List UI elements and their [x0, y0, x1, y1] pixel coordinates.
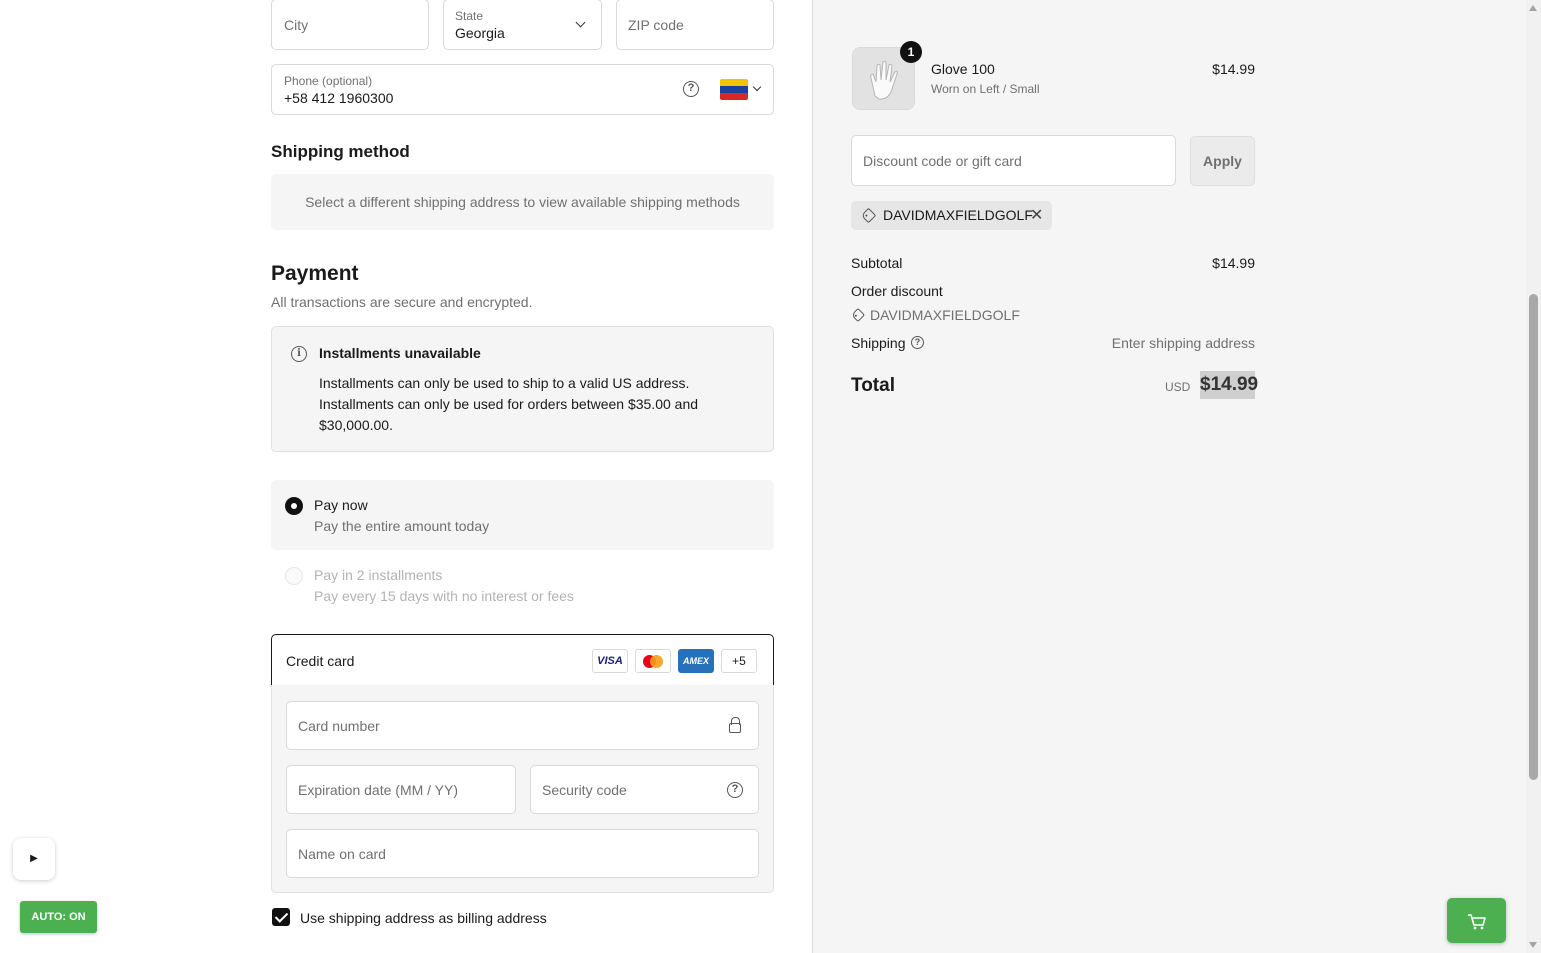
apply-button[interactable]: Apply	[1190, 136, 1255, 186]
payment-subtitle: All transactions are secure and encrypte…	[271, 294, 533, 310]
pay-installments-title: Pay in 2 installments	[314, 567, 443, 583]
pay-installments-radio	[285, 567, 303, 585]
installments-notice: i Installments unavailable Installments …	[271, 326, 774, 452]
scroll-down-icon[interactable]	[1529, 942, 1537, 948]
pay-now-option[interactable]: Pay now Pay the entire amount today	[271, 480, 774, 550]
shipping-label: Shipping	[851, 335, 906, 351]
scroll-thumb[interactable]	[1529, 294, 1538, 780]
notice-title: Installments unavailable	[319, 345, 481, 361]
state-select[interactable]: State Georgia	[443, 0, 602, 50]
item-name: Glove 100	[931, 61, 995, 77]
item-variant: Worn on Left / Small	[931, 82, 1040, 96]
scroll-up-icon[interactable]	[1529, 5, 1537, 11]
notice-body: Installments can only be used to ship to…	[319, 373, 739, 436]
payment-title: Payment	[271, 262, 359, 285]
subtotal-label: Subtotal	[851, 255, 903, 271]
remove-discount-icon[interactable]: ✕	[1030, 205, 1043, 225]
zip-placeholder: ZIP code	[628, 17, 684, 33]
cart-icon	[1468, 914, 1486, 930]
country-chevron-down-icon[interactable]	[752, 82, 762, 92]
pay-now-title: Pay now	[314, 497, 368, 513]
card-number-placeholder: Card number	[298, 718, 380, 734]
lock-icon	[729, 717, 741, 733]
total-currency: USD	[1165, 380, 1191, 394]
expiration-input[interactable]: Expiration date (MM / YY)	[286, 765, 516, 814]
credit-card-header[interactable]: Credit card VISA AMEX +5	[271, 634, 774, 686]
pay-installments-subtitle: Pay every 15 days with no interest or fe…	[314, 588, 574, 604]
notice-line-1: Installments can only be used to ship to…	[319, 375, 690, 391]
pay-installments-option: Pay in 2 installments Pay every 15 days …	[271, 550, 774, 620]
help-icon[interactable]: ?	[683, 81, 699, 97]
cart-button[interactable]	[1447, 898, 1506, 943]
security-code-placeholder: Security code	[542, 782, 627, 798]
phone-value: +58 412 1960300	[284, 90, 394, 106]
shipping-method-title: Shipping method	[271, 142, 410, 161]
order-discount-label: Order discount	[851, 283, 943, 299]
more-brands-badge[interactable]: +5	[721, 649, 757, 673]
venezuela-flag-icon[interactable]	[720, 79, 748, 100]
name-on-card-input[interactable]: Name on card	[286, 829, 759, 878]
total-value: $14.99	[1200, 371, 1258, 399]
billing-address-checkbox[interactable]	[272, 908, 290, 926]
info-icon: i	[291, 346, 307, 362]
pay-now-radio[interactable]	[285, 497, 303, 515]
page-scrollbar[interactable]	[1526, 0, 1541, 953]
phone-label: Phone (optional)	[284, 74, 373, 88]
applied-discount-code: DAVIDMAXFIELDGOLF	[883, 207, 1033, 223]
discount-code-input[interactable]: Discount code or gift card	[851, 135, 1176, 186]
auto-toggle-button[interactable]: AUTO: ON	[20, 901, 97, 933]
expiration-placeholder: Expiration date (MM / YY)	[298, 782, 459, 798]
security-help-icon[interactable]: ?	[727, 782, 743, 798]
mastercard-icon	[635, 649, 671, 673]
city-field[interactable]: City	[271, 0, 429, 50]
item-price: $14.99	[1212, 61, 1255, 77]
state-label: State	[455, 9, 484, 23]
visa-icon: VISA	[592, 649, 628, 673]
name-on-card-placeholder: Name on card	[298, 846, 386, 862]
shipping-help-icon[interactable]: ?	[911, 336, 924, 349]
zip-field[interactable]: ZIP code	[616, 0, 774, 50]
total-label: Total	[851, 375, 895, 396]
checkout-form: City State Georgia ZIP code Phone (optio…	[0, 0, 812, 953]
phone-field[interactable]: Phone (optional) +58 412 1960300 ?	[271, 64, 774, 115]
security-code-input[interactable]: Security code ?	[530, 765, 759, 814]
city-placeholder: City	[284, 17, 309, 33]
pay-now-subtitle: Pay the entire amount today	[314, 518, 490, 534]
notice-line-2: Installments can only be used for orders…	[319, 396, 699, 433]
quantity-badge: 1	[900, 41, 922, 63]
tag-icon	[860, 207, 877, 224]
billing-address-label[interactable]: Use shipping address as billing address	[300, 910, 547, 926]
chevron-down-icon	[575, 17, 586, 28]
shipping-value: Enter shipping address	[1111, 335, 1255, 351]
applied-discount-chip: DAVIDMAXFIELDGOLF ✕	[851, 201, 1052, 230]
play-button[interactable]: ▶	[13, 838, 55, 880]
credit-card-label: Credit card	[286, 653, 355, 669]
shipping-method-message: Select a different shipping address to v…	[271, 174, 774, 230]
order-discount-code: DAVIDMAXFIELDGOLF	[870, 307, 1020, 323]
discount-code-placeholder: Discount code or gift card	[863, 153, 1022, 169]
card-number-input[interactable]: Card number	[286, 701, 759, 750]
amex-icon: AMEX	[678, 649, 714, 673]
state-value: Georgia	[455, 25, 505, 41]
subtotal-value: $14.99	[1212, 255, 1255, 271]
